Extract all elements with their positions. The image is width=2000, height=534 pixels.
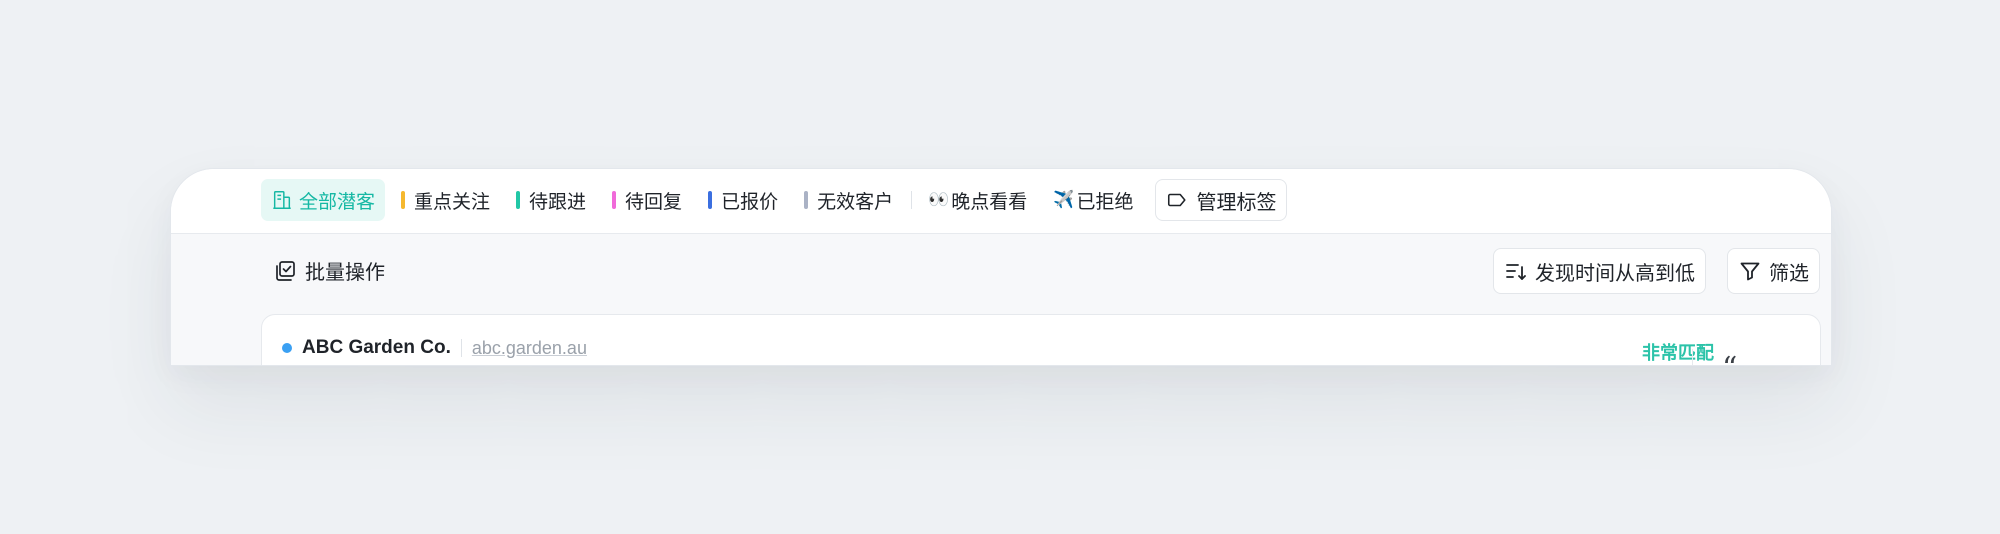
tab-quoted[interactable]: 已报价 bbox=[698, 179, 788, 221]
tag-color-bar bbox=[612, 191, 617, 209]
divider bbox=[1692, 349, 1693, 365]
tag-color-bar bbox=[401, 191, 406, 209]
tab-list: 全部潜客 重点关注 待跟进 待回复 已报价 无效客户 👀 晚点看看 ✈️ 已拒绝… bbox=[261, 179, 1288, 221]
tab-look-later[interactable]: 👀 晚点看看 bbox=[918, 179, 1037, 221]
tab-bar: 全部潜客 重点关注 待跟进 待回复 已报价 无效客户 👀 晚点看看 ✈️ 已拒绝… bbox=[171, 169, 1831, 234]
batch-operations-label: 批量操作 bbox=[305, 262, 385, 284]
tab-divider bbox=[911, 191, 913, 209]
company-domain-link[interactable]: abc.garden.au bbox=[472, 338, 587, 359]
page-background: 全部潜客 重点关注 待跟进 待回复 已报价 无效客户 👀 晚点看看 ✈️ 已拒绝… bbox=[0, 0, 2000, 534]
tag-color-bar bbox=[804, 191, 809, 209]
status-dot bbox=[282, 343, 292, 353]
airplane-icon: ✈️ bbox=[1053, 190, 1075, 209]
tab-label: 全部潜客 bbox=[299, 191, 376, 213]
sort-button[interactable]: 发现时间从高到低 bbox=[1493, 248, 1706, 294]
results-area: 批量操作 发现时间从高到低 筛选 ABC Garden Co. abc.gard… bbox=[171, 234, 1831, 365]
divider bbox=[460, 339, 462, 357]
tab-label: 待跟进 bbox=[529, 191, 587, 213]
manage-tags-label: 管理标签 bbox=[1196, 191, 1277, 214]
manage-tags-button[interactable]: 管理标签 bbox=[1155, 179, 1288, 221]
tab-label: 已报价 bbox=[721, 191, 779, 213]
tag-color-bar bbox=[708, 191, 713, 209]
prospect-card-header: ABC Garden Co. abc.garden.au bbox=[282, 337, 587, 359]
prospects-panel: 全部潜客 重点关注 待跟进 待回复 已报价 无效客户 👀 晚点看看 ✈️ 已拒绝… bbox=[170, 168, 1832, 366]
quote-icon[interactable]: “ bbox=[1722, 351, 1737, 365]
filter-icon bbox=[1740, 262, 1760, 281]
batch-operations-button[interactable]: 批量操作 bbox=[273, 256, 385, 285]
tab-rejected[interactable]: ✈️ 已拒绝 bbox=[1043, 179, 1143, 221]
tab-all-prospects[interactable]: 全部潜客 bbox=[261, 179, 386, 221]
match-badge: 非常匹配 bbox=[1642, 343, 1714, 363]
prospect-card[interactable]: ABC Garden Co. abc.garden.au 非常匹配 “ bbox=[261, 314, 1821, 365]
tab-awaiting-reply[interactable]: 待回复 bbox=[602, 179, 692, 221]
tag-icon bbox=[1168, 193, 1187, 207]
multi-select-icon bbox=[276, 260, 295, 281]
tab-key-focus[interactable]: 重点关注 bbox=[391, 179, 500, 221]
sort-label: 发现时间从高到低 bbox=[1535, 262, 1695, 285]
sort-descending-icon bbox=[1506, 264, 1526, 280]
filter-button[interactable]: 筛选 bbox=[1727, 248, 1820, 294]
building-icon bbox=[273, 191, 291, 209]
tab-label: 重点关注 bbox=[414, 191, 491, 213]
tab-to-follow-up[interactable]: 待跟进 bbox=[506, 179, 596, 221]
tab-invalid-customers[interactable]: 无效客户 bbox=[794, 179, 903, 221]
tab-label: 已拒绝 bbox=[1076, 191, 1134, 213]
tag-color-bar bbox=[516, 191, 521, 209]
tab-label: 待回复 bbox=[625, 191, 683, 213]
filter-label: 筛选 bbox=[1769, 262, 1809, 285]
eyes-icon: 👀 bbox=[928, 190, 950, 209]
company-name[interactable]: ABC Garden Co. bbox=[302, 337, 451, 359]
tab-label: 无效客户 bbox=[817, 191, 894, 213]
tab-label: 晚点看看 bbox=[951, 191, 1028, 213]
